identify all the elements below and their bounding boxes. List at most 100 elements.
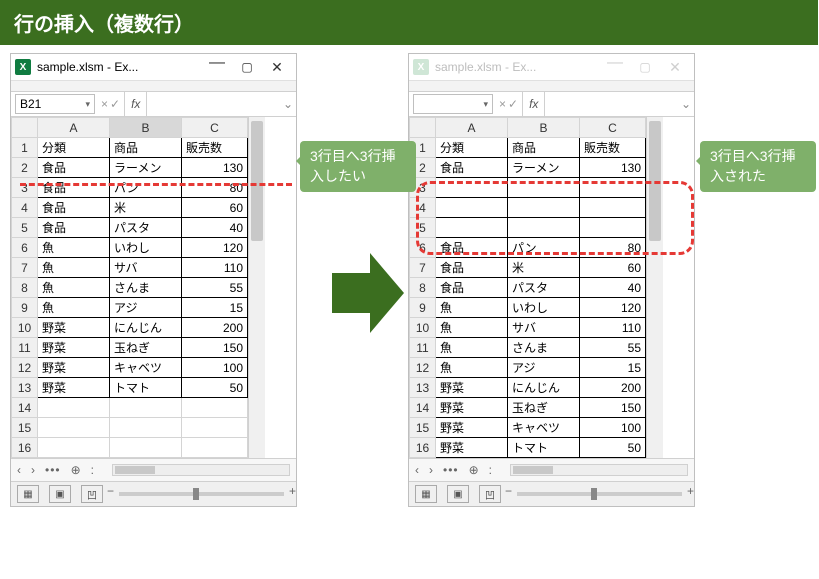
cell[interactable]: 分類 [38,138,110,158]
row-header[interactable]: 13 [12,378,38,398]
cell[interactable] [436,178,508,198]
cell[interactable]: 40 [580,278,646,298]
cell[interactable]: いわし [508,298,580,318]
view-pagelayout-icon[interactable]: ▣ [49,485,71,503]
cell[interactable]: 60 [182,198,248,218]
cell[interactable]: 55 [182,278,248,298]
horizontal-scrollbar[interactable] [112,464,290,476]
select-all-corner[interactable] [410,118,436,138]
cell[interactable]: 80 [182,178,248,198]
cell[interactable]: 米 [110,198,182,218]
formula-expand-icon[interactable]: ⌄ [678,92,694,116]
cell[interactable] [38,398,110,418]
cell[interactable]: アジ [508,358,580,378]
cell[interactable]: 魚 [38,238,110,258]
sheet-tabs-overflow-icon[interactable]: ••• [443,463,459,477]
row-header[interactable]: 16 [12,438,38,458]
cell[interactable] [182,398,248,418]
cell[interactable]: いわし [110,238,182,258]
row-header[interactable]: 12 [410,358,436,378]
view-pagebreak-icon[interactable]: 凹 [479,485,501,503]
maximize-button[interactable]: ▢ [630,57,660,77]
sheet-next-icon[interactable]: › [31,463,35,477]
row-header[interactable]: 14 [12,398,38,418]
row-header[interactable]: 11 [410,338,436,358]
row-header[interactable]: 6 [12,238,38,258]
cell[interactable]: 200 [182,318,248,338]
cell[interactable]: 魚 [38,278,110,298]
name-box[interactable]: ▾ [413,94,493,114]
vertical-scrollbar[interactable] [248,117,265,458]
cell[interactable]: 魚 [436,318,508,338]
cell[interactable]: 80 [580,238,646,258]
spreadsheet-grid-left[interactable]: A B C 1分類商品販売数2食品ラーメン1303食品パン804食品米605食品… [11,117,248,458]
formula-confirm-icon[interactable]: ✓ [508,97,518,111]
cell[interactable] [580,218,646,238]
minimize-button[interactable]: — [600,53,630,73]
cell[interactable]: サバ [110,258,182,278]
col-header-b[interactable]: B [508,118,580,138]
cell[interactable]: 野菜 [436,398,508,418]
col-header-c[interactable]: C [580,118,646,138]
cell[interactable] [110,438,182,458]
cell[interactable]: パスタ [110,218,182,238]
cell[interactable]: 魚 [38,258,110,278]
view-pagebreak-icon[interactable]: 凹 [81,485,103,503]
cell[interactable]: トマト [110,378,182,398]
cell[interactable]: にんじん [508,378,580,398]
cell[interactable]: 米 [508,258,580,278]
cell[interactable]: 野菜 [436,378,508,398]
cell[interactable]: ラーメン [508,158,580,178]
cell[interactable]: 60 [580,258,646,278]
view-pagelayout-icon[interactable]: ▣ [447,485,469,503]
cell[interactable]: キャベツ [110,358,182,378]
row-header[interactable]: 4 [410,198,436,218]
cell[interactable]: 40 [182,218,248,238]
sheet-add-icon[interactable]: ⊕ [71,463,81,477]
cell[interactable]: 120 [182,238,248,258]
row-header[interactable]: 10 [410,318,436,338]
cell[interactable]: 販売数 [182,138,248,158]
cell[interactable]: サバ [508,318,580,338]
cell[interactable]: 食品 [436,158,508,178]
row-header[interactable]: 8 [410,278,436,298]
col-header-b[interactable]: B [110,118,182,138]
row-header[interactable]: 6 [410,238,436,258]
row-header[interactable]: 13 [410,378,436,398]
cell[interactable]: 食品 [436,278,508,298]
cell[interactable]: 200 [580,378,646,398]
cell[interactable]: パン [110,178,182,198]
view-normal-icon[interactable]: ▦ [17,485,39,503]
cell[interactable]: パン [508,238,580,258]
cell[interactable] [508,218,580,238]
cell[interactable] [508,198,580,218]
sheet-next-icon[interactable]: › [429,463,433,477]
cell[interactable] [508,178,580,198]
row-header[interactable]: 10 [12,318,38,338]
cell[interactable]: さんま [508,338,580,358]
cell[interactable]: 130 [580,158,646,178]
sheet-prev-icon[interactable]: ‹ [17,463,21,477]
cell[interactable]: 100 [580,418,646,438]
name-box[interactable]: B21 ▾ [15,94,95,114]
cell[interactable] [182,418,248,438]
sheet-tabs-overflow-icon[interactable]: ••• [45,463,61,477]
cell[interactable] [580,198,646,218]
col-header-a[interactable]: A [38,118,110,138]
vertical-scrollbar[interactable] [646,117,663,458]
cell[interactable]: 野菜 [38,358,110,378]
view-normal-icon[interactable]: ▦ [415,485,437,503]
cell[interactable]: 分類 [436,138,508,158]
zoom-slider[interactable] [119,492,284,496]
cell[interactable]: 魚 [436,338,508,358]
cell[interactable] [436,218,508,238]
cell[interactable]: 15 [580,358,646,378]
cell[interactable]: 110 [580,318,646,338]
cell[interactable]: 野菜 [436,438,508,458]
select-all-corner[interactable] [12,118,38,138]
row-header[interactable]: 4 [12,198,38,218]
row-header[interactable]: 7 [12,258,38,278]
cell[interactable] [110,398,182,418]
cell[interactable]: パスタ [508,278,580,298]
cell[interactable] [110,418,182,438]
